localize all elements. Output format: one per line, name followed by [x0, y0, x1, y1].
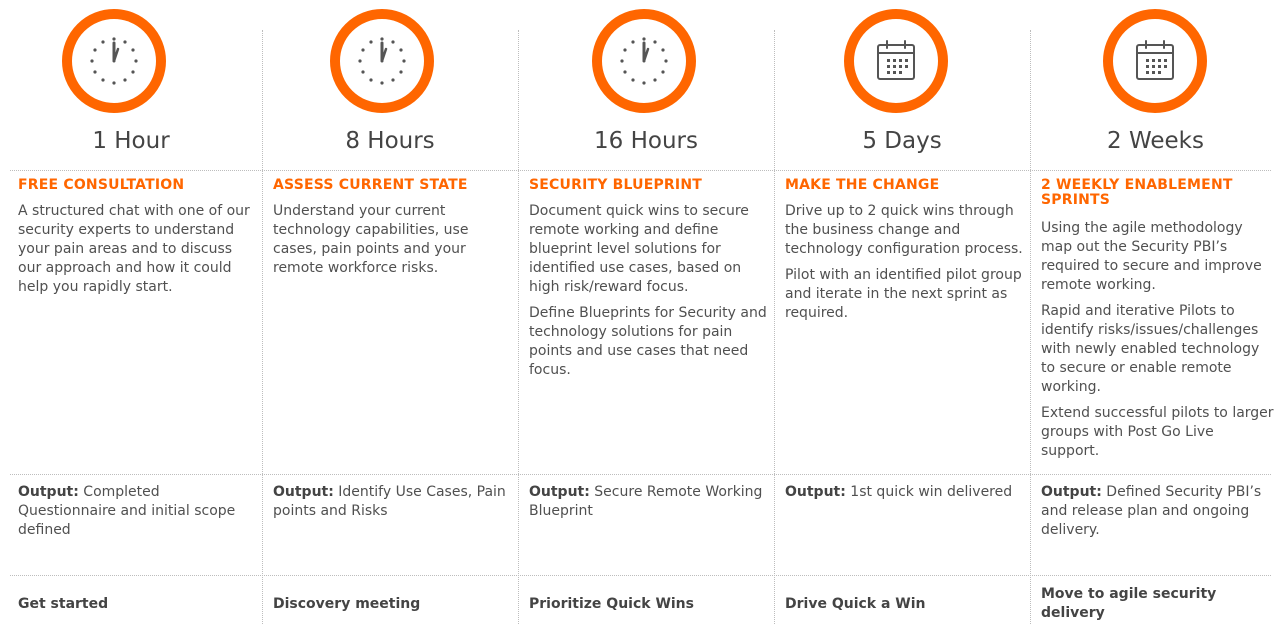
clock-icon: [62, 9, 166, 113]
phase-heading: SECURITY BLUEPRINT: [529, 177, 702, 193]
output-label: Output:: [529, 484, 590, 500]
phase-column-2: 8 Hours ASSESS CURRENT STATE Understand …: [262, 0, 518, 624]
duration-label: 8 Hours: [345, 128, 435, 154]
phase-description: Document quick wins to secure remote wor…: [529, 202, 769, 387]
duration-label: 1 Hour: [92, 128, 170, 154]
description-paragraph: Using the agile methodology map out the …: [1041, 220, 1262, 293]
description-paragraph: Drive up to 2 quick wins through the bus…: [785, 203, 1023, 257]
phase-column-4: 5 Days MAKE THE CHANGE Drive up to 2 qui…: [774, 0, 1030, 624]
engagement-timeline: 1 Hour FREE CONSULTATION A structured ch…: [0, 0, 1281, 624]
description-paragraph: Rapid and iterative Pilots to identify r…: [1041, 303, 1260, 395]
phase-column-3: 16 Hours SECURITY BLUEPRINT Document qui…: [518, 0, 774, 624]
phase-description: Using the agile methodology map out the …: [1041, 219, 1276, 468]
phase-column-1: 1 Hour FREE CONSULTATION A structured ch…: [0, 0, 262, 624]
phase-action: Move to agile security delivery: [1041, 586, 1217, 621]
description-paragraph: Pilot with an identified pilot group and…: [785, 267, 1022, 321]
calendar-icon: [1103, 9, 1207, 113]
output-label: Output:: [273, 484, 334, 500]
clock-icon: [592, 9, 696, 113]
description-paragraph: Understand your current technology capab…: [273, 203, 469, 276]
phase-output: Output: Defined Security PBI’s and relea…: [1041, 483, 1276, 540]
output-label: Output:: [18, 484, 79, 500]
phase-output: Output: Secure Remote Working Blueprint: [529, 483, 769, 521]
phase-action: Discovery meeting: [273, 596, 421, 612]
description-paragraph: Document quick wins to secure remote wor…: [529, 203, 749, 295]
phase-output: Output: 1st quick win delivered: [785, 483, 1025, 502]
phase-action: Drive Quick a Win: [785, 596, 926, 612]
phase-description: Drive up to 2 quick wins through the bus…: [785, 202, 1025, 330]
phase-heading: FREE CONSULTATION: [18, 177, 185, 193]
output-label: Output:: [785, 484, 846, 500]
description-paragraph: Extend successful pilots to larger group…: [1041, 405, 1274, 459]
output-label: Output:: [1041, 484, 1102, 500]
clock-icon: [330, 9, 434, 113]
phase-heading: MAKE THE CHANGE: [785, 177, 940, 193]
description-paragraph: Define Blueprints for Security and techn…: [529, 305, 767, 378]
duration-label: 2 Weeks: [1107, 128, 1204, 154]
phase-description: A structured chat with one of our securi…: [18, 202, 258, 304]
duration-label: 5 Days: [862, 128, 942, 154]
phase-action: Prioritize Quick Wins: [529, 596, 694, 612]
phase-heading: ASSESS CURRENT STATE: [273, 177, 468, 193]
phase-heading: 2 WEEKLY ENABLEMENT SPRINTS: [1041, 177, 1233, 208]
calendar-icon: [844, 9, 948, 113]
phase-description: Understand your current technology capab…: [273, 202, 513, 285]
description-paragraph: A structured chat with one of our securi…: [18, 203, 250, 295]
phase-action: Get started: [18, 596, 109, 612]
phase-column-5: 2 Weeks 2 WEEKLY ENABLEMENT SPRINTS Usin…: [1030, 0, 1281, 624]
duration-label: 16 Hours: [594, 128, 698, 154]
phase-output: Output: Completed Questionnaire and init…: [18, 483, 258, 540]
phase-output: Output: Identify Use Cases, Pain points …: [273, 483, 513, 521]
output-text: 1st quick win delivered: [845, 484, 1013, 500]
